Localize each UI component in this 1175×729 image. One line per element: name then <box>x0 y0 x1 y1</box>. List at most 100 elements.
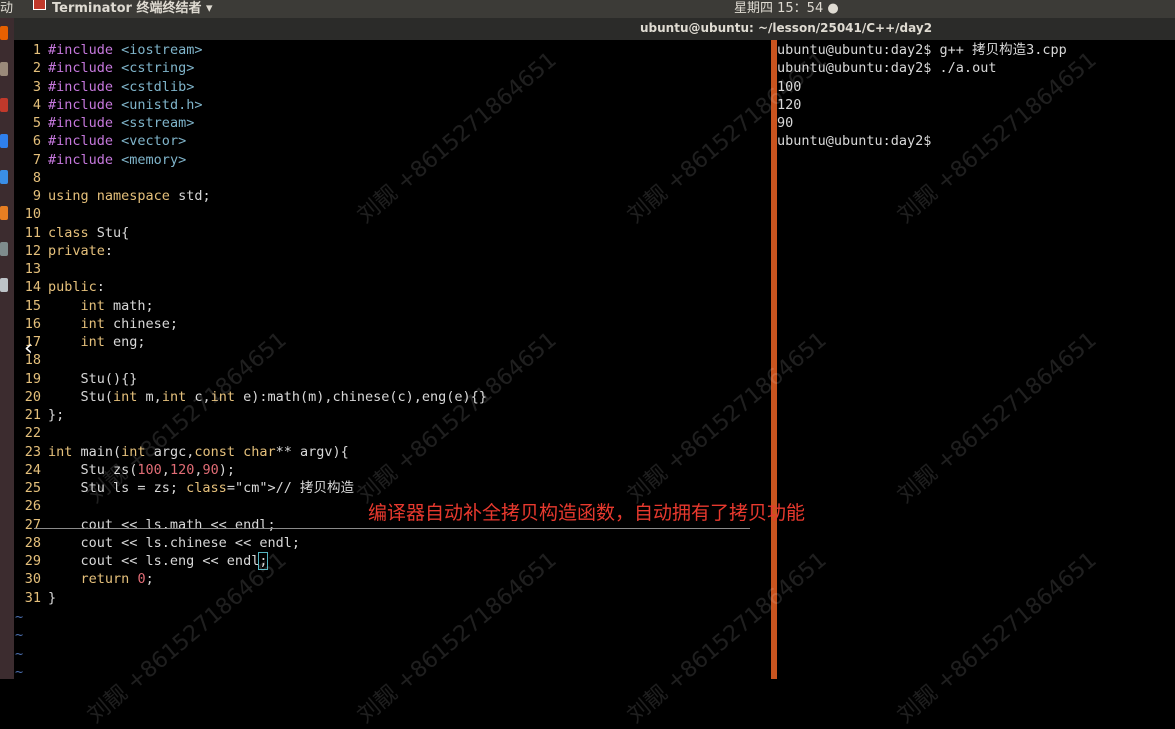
line-number: 7 <box>32 151 41 168</box>
code-text: using namespace std; <box>48 188 211 204</box>
code-text: int chinese; <box>80 315 179 332</box>
code-line[interactable]: 13 <box>14 260 48 278</box>
code-text: Stu ls = zs; class="cm">// 拷贝构造 <box>48 480 354 496</box>
line-number: 19 <box>24 370 41 387</box>
qq-icon[interactable] <box>0 170 8 184</box>
chevron-left-icon[interactable]: ‹ <box>22 336 35 361</box>
code-text: #include <sstream> <box>48 115 195 131</box>
vim-empty-line-marker: ~ <box>15 645 24 662</box>
code-line[interactable]: 9 using namespace std; <box>14 187 211 205</box>
terminal-icon[interactable] <box>0 98 8 112</box>
line-number: 3 <box>32 78 41 95</box>
terminal-line: 120 <box>777 96 802 113</box>
terminal-line: 100 <box>777 78 802 95</box>
line-number: 30 <box>24 571 41 588</box>
line-number: 21 <box>24 407 41 423</box>
code-text: #include <cstring> <box>48 60 195 77</box>
line-number: 28 <box>24 534 41 551</box>
terminal-line: ubuntu@ubuntu:day2$ <box>777 133 932 150</box>
line-number: 31 <box>24 589 41 606</box>
launcher-sidebar <box>0 18 14 679</box>
line-number: 14 <box>24 279 41 296</box>
code-line[interactable]: 6 #include <vector> <box>14 132 186 150</box>
code-line[interactable]: 10 <box>14 205 48 223</box>
code-line[interactable]: 25 Stu ls = zs; class="cm">// 拷贝构造 <box>14 479 354 497</box>
code-line[interactable]: 20 Stu(int m,int c,int e):math(m),chines… <box>14 388 487 406</box>
window-title: ubuntu@ubuntu: ~/lesson/25041/C++/day2 <box>640 21 933 35</box>
line-number: 11 <box>24 224 41 241</box>
trash-icon[interactable] <box>0 278 8 292</box>
code-text: Stu zs(100,120,90); <box>48 461 236 478</box>
code-text: Stu(int m,int c,int e):math(m),chinese(c… <box>48 388 487 405</box>
code-text: private: <box>48 242 114 259</box>
code-text: cout << ls.eng << endl; <box>48 552 269 570</box>
vscode-icon[interactable] <box>0 134 8 148</box>
top-panel: 动 Terminator 终端终结者 ▾ 星期四 15：54 ● <box>0 0 1175 18</box>
line-number: 29 <box>24 553 41 569</box>
code-line[interactable]: 22 <box>14 424 48 442</box>
files-icon[interactable] <box>0 62 8 76</box>
code-text: class Stu{ <box>48 224 130 241</box>
line-number: 4 <box>32 96 41 113</box>
code-line[interactable]: 28 cout << ls.chinese << endl; <box>14 534 300 552</box>
line-number: 25 <box>24 480 41 496</box>
code-text: #include <cstdlib> <box>48 78 195 95</box>
code-line[interactable]: 16 int chinese; <box>14 315 178 333</box>
code-line[interactable]: 14 public: <box>14 278 105 296</box>
code-line[interactable]: 27 cout << ls.math << endl; <box>14 516 276 534</box>
code-line[interactable]: 1 #include <iostream> <box>14 41 203 59</box>
code-line[interactable]: 31} <box>14 589 56 607</box>
line-number: 22 <box>24 425 41 442</box>
code-text: return 0; <box>80 571 154 588</box>
settings-icon[interactable] <box>0 242 8 256</box>
code-line[interactable]: 3 #include <cstdlib> <box>14 78 194 96</box>
code-text: int main(int argc,const char** argv){ <box>48 443 349 460</box>
terminal-line: ubuntu@ubuntu:day2$ g++ 拷贝构造3.cpp <box>777 42 1067 58</box>
terminal-output-pane[interactable]: ubuntu@ubuntu:day2$ g++ 拷贝构造3.cpp ubuntu@… <box>777 40 1175 679</box>
code-line[interactable]: 30 return 0; <box>14 570 154 588</box>
vim-editor-pane[interactable]: 1 #include <iostream> 2 #include <cstring> 3… <box>14 40 771 680</box>
code-text: #include <unistd.h> <box>48 96 203 113</box>
code-line[interactable]: 11 class Stu{ <box>14 224 130 242</box>
line-number: 15 <box>24 297 41 314</box>
clock[interactable]: 星期四 15：54 ● <box>734 0 839 16</box>
code-text: } <box>48 589 57 606</box>
code-text: #include <vector> <box>48 133 187 150</box>
code-line[interactable]: 23 int main(int argc,const char** argv){ <box>14 443 349 461</box>
line-number: 27 <box>24 516 41 533</box>
code-line[interactable]: 29 cout << ls.eng << endl; <box>14 552 269 570</box>
code-line[interactable]: 8 <box>14 169 48 187</box>
line-number: 1 <box>32 42 41 58</box>
code-line[interactable]: 15 int math; <box>14 297 154 315</box>
line-number: 6 <box>32 133 41 150</box>
line-number: 23 <box>24 443 41 460</box>
code-line[interactable]: 4 #include <unistd.h> <box>14 96 203 114</box>
code-line[interactable]: 12 private: <box>14 242 113 260</box>
line-number: 13 <box>24 261 41 277</box>
terminal-line: ubuntu@ubuntu:day2$ ./a.out <box>777 60 997 77</box>
code-text: int eng; <box>80 334 146 350</box>
terminal-line: 90 <box>777 115 794 131</box>
line-number: 2 <box>32 60 41 77</box>
code-line[interactable]: 19 Stu(){} <box>14 370 138 388</box>
code-line[interactable]: 21}; <box>14 406 65 424</box>
code-text: }; <box>48 407 65 423</box>
code-text: cout << ls.math << endl; <box>48 516 276 533</box>
code-line[interactable]: 2 #include <cstring> <box>14 59 194 77</box>
vim-empty-line-marker: ~ <box>15 609 24 625</box>
app-menu[interactable]: Terminator 终端终结者 ▾ <box>52 0 213 16</box>
code-line[interactable]: 5 #include <sstream> <box>14 114 194 132</box>
line-number: 16 <box>24 315 41 332</box>
line-number: 10 <box>24 206 41 223</box>
app-icon[interactable] <box>0 206 8 220</box>
code-line[interactable]: 24 Stu zs(100,120,90); <box>14 461 235 479</box>
window-titlebar[interactable]: ubuntu@ubuntu: ~/lesson/25041/C++/day2 <box>0 18 1175 40</box>
firefox-icon[interactable] <box>0 26 8 40</box>
line-number: 12 <box>24 242 41 259</box>
activities-button[interactable]: 动 <box>0 0 13 16</box>
code-text: int math; <box>80 297 154 314</box>
terminator-app-icon <box>33 0 46 10</box>
code-line[interactable]: 26 <box>14 497 48 515</box>
code-line[interactable]: 7 #include <memory> <box>14 151 186 169</box>
vim-empty-line-marker: ~ <box>15 663 24 680</box>
